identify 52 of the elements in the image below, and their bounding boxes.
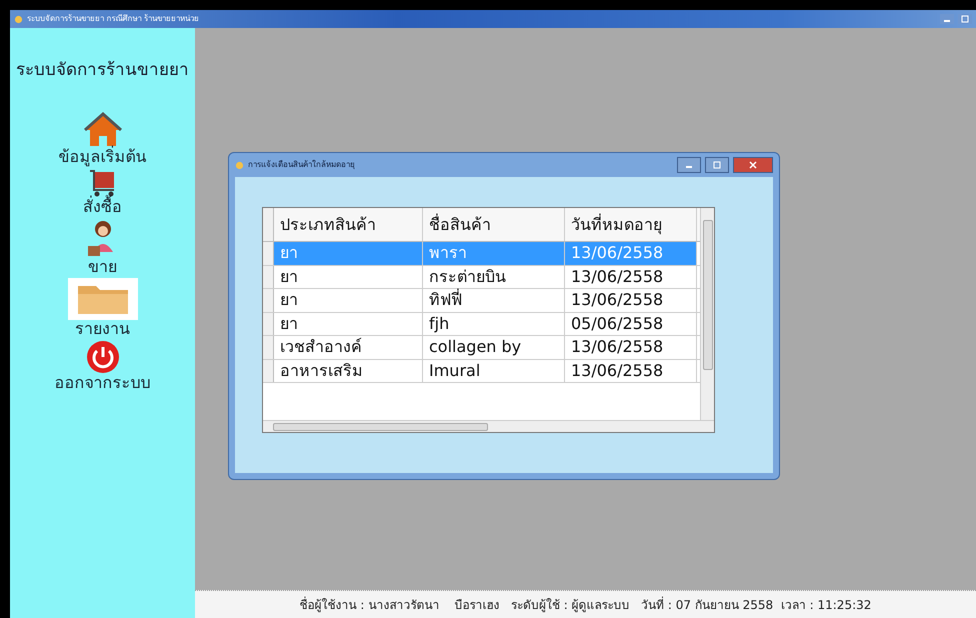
table-cell: เวชสำอางค์ — [274, 336, 423, 358]
table-cell: พารา — [423, 242, 565, 264]
row-header[interactable] — [263, 336, 274, 358]
row-header[interactable] — [263, 312, 274, 335]
sidebar-item[interactable]: ข้อมูลเริ่มต้น — [58, 112, 146, 166]
maximize-button[interactable] — [705, 157, 729, 173]
table-cell: 13/06/2558 — [565, 336, 697, 358]
maximize-icon — [961, 15, 969, 24]
folder-icon — [68, 278, 138, 320]
maximize-button[interactable] — [958, 14, 972, 24]
minimize-button[interactable] — [940, 14, 954, 24]
app-icon — [235, 160, 244, 170]
maximize-icon — [713, 160, 721, 169]
column-header: วันที่หมดอายุ — [565, 208, 697, 241]
sidebar-title: ระบบจัดการร้านขายยา — [16, 59, 189, 82]
table-cell: ทิฟฟี่ — [423, 289, 565, 312]
table-cell: 13/06/2558 — [565, 242, 697, 264]
table-cell: 13/06/2558 — [565, 360, 697, 382]
home-icon — [82, 112, 122, 148]
table-cell: อาหารเสริม — [274, 360, 423, 382]
column-header: ชื่อสินค้า — [423, 208, 565, 241]
power-icon — [86, 340, 120, 374]
scrollbar[interactable] — [700, 208, 714, 420]
sidebar-item[interactable]: รายงาน — [68, 278, 138, 338]
window-title: ระบบจัดการร้านขายยา กรณีศึกษา ร้านขายยาหน่วย — [27, 13, 200, 25]
sidebar-item[interactable]: สั่งซื้อ — [83, 168, 122, 216]
close-icon — [749, 160, 757, 169]
column-header: ประเภทสินค้า — [274, 208, 423, 241]
table-cell: ยา — [274, 312, 423, 335]
table-cell: 05/06/2558 — [565, 312, 697, 335]
status-text: ชื่อผู้ใช้งาน : นางสาวรัตนา บือราเฮง ระดับผู้ใช้ : ผู้ดูแลระบบ วันที่ : 07 กันยายน 2558 เวลา : 11:25:32 — [300, 596, 872, 614]
table-cell: 13/06/2558 — [565, 266, 697, 288]
app-icon — [14, 14, 23, 24]
table-cell: ยา — [274, 289, 423, 312]
table-cell: fjh — [423, 312, 565, 335]
scrollbar[interactable] — [263, 420, 714, 432]
table-cell: กระต่ายบิน — [423, 266, 565, 288]
minimize-button[interactable] — [677, 157, 701, 173]
close-button[interactable] — [733, 157, 773, 173]
dialog-title: การแจ้งเตือนสินค้าใกล้หมดอายุ — [248, 159, 356, 171]
table-cell: Imural — [423, 360, 565, 382]
row-header[interactable] — [263, 242, 274, 264]
row-header[interactable] — [263, 208, 274, 241]
table-cell: ยา — [274, 266, 423, 288]
sidebar-item[interactable]: ออกจากระบบ — [54, 340, 150, 392]
table-cell: 13/06/2558 — [565, 289, 697, 312]
sidebar-item[interactable]: ขาย — [86, 218, 120, 276]
row-header[interactable] — [263, 289, 274, 312]
table-cell: collagen by — [423, 336, 565, 358]
row-header[interactable] — [263, 266, 274, 288]
row-header[interactable] — [263, 360, 274, 382]
table-cell: ยา — [274, 242, 423, 264]
